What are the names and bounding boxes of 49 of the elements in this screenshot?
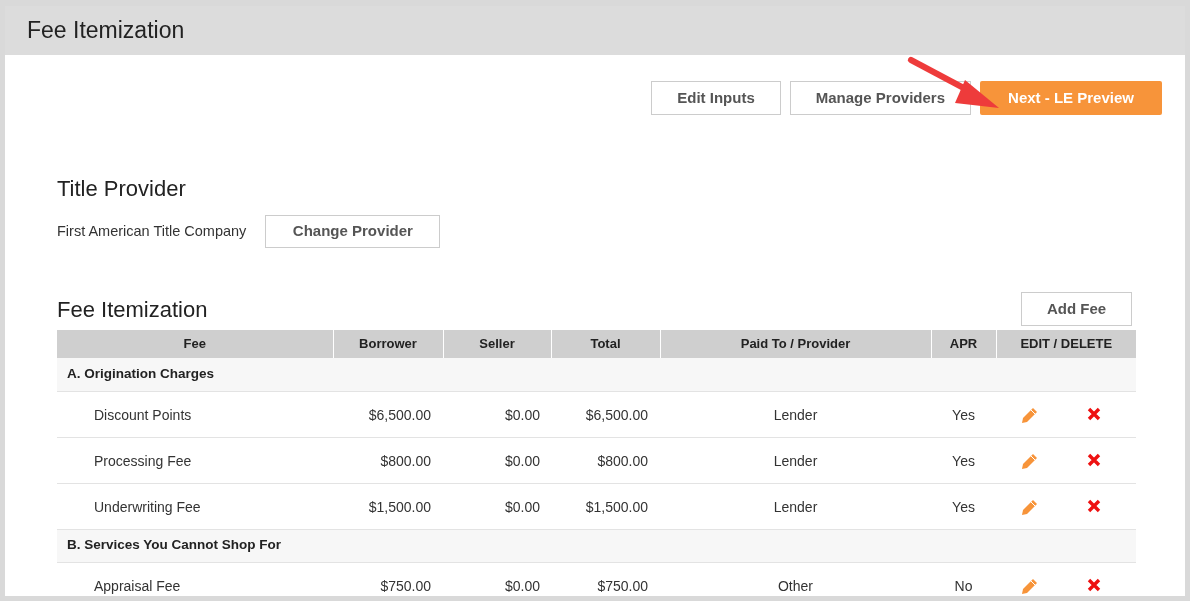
delete-icon[interactable] xyxy=(1087,406,1102,421)
delete-icon[interactable] xyxy=(1087,498,1102,513)
table-cell: $800.00 xyxy=(333,437,443,483)
delete-icon[interactable] xyxy=(1087,577,1102,592)
pencil-icon[interactable] xyxy=(1020,498,1038,516)
table-cell: $1,500.00 xyxy=(551,483,660,529)
table-cell: $0.00 xyxy=(443,483,551,529)
table-cell: $6,500.00 xyxy=(551,391,660,437)
table-cell: $0.00 xyxy=(443,437,551,483)
table-cell: $1,500.00 xyxy=(333,483,443,529)
table-cell: $800.00 xyxy=(551,437,660,483)
table-cell: Appraisal Fee xyxy=(57,562,333,596)
column-header: APR xyxy=(931,330,996,358)
change-provider-button[interactable]: Change Provider xyxy=(265,215,441,248)
table-cell: $0.00 xyxy=(443,391,551,437)
table-cell: Other xyxy=(660,562,931,596)
section-label: B. Services You Cannot Shop For xyxy=(57,529,1136,562)
table-cell: Lender xyxy=(660,391,931,437)
column-header: EDIT / DELETE xyxy=(996,330,1136,358)
table-cell: Processing Fee xyxy=(57,437,333,483)
table-cell: Underwriting Fee xyxy=(57,483,333,529)
table-cell: Lender xyxy=(660,437,931,483)
section-label: A. Origination Charges xyxy=(57,358,1136,391)
table-cell: $0.00 xyxy=(443,562,551,596)
delete-icon[interactable] xyxy=(1087,452,1102,467)
add-fee-button[interactable]: Add Fee xyxy=(1021,292,1132,326)
table-cell: Yes xyxy=(931,437,996,483)
provider-name: First American Title Company xyxy=(57,221,247,241)
column-header: Borrower xyxy=(333,330,443,358)
column-header: Total xyxy=(551,330,660,358)
table-cell: Lender xyxy=(660,483,931,529)
table-cell: $750.00 xyxy=(551,562,660,596)
action-button[interactable]: Edit Inputs xyxy=(651,81,781,115)
pencil-icon[interactable] xyxy=(1020,406,1038,424)
section-heading: Title Provider xyxy=(57,175,187,203)
table-cell: Yes xyxy=(931,391,996,437)
table-cell: Discount Points xyxy=(57,391,333,437)
column-header: Fee xyxy=(57,330,333,358)
section-heading: Fee Itemization xyxy=(57,296,208,324)
column-header: Paid To / Provider xyxy=(660,330,931,358)
page-title: Fee Itemization xyxy=(27,16,185,46)
pencil-icon[interactable] xyxy=(1020,577,1038,595)
table-cell: $750.00 xyxy=(333,562,443,596)
action-button[interactable]: Manage Providers xyxy=(789,81,971,115)
table-cell: Yes xyxy=(931,483,996,529)
pencil-icon[interactable] xyxy=(1020,452,1038,470)
table-cell: No xyxy=(931,562,996,596)
table-cell: $6,500.00 xyxy=(333,391,443,437)
column-header: Seller xyxy=(443,330,551,358)
